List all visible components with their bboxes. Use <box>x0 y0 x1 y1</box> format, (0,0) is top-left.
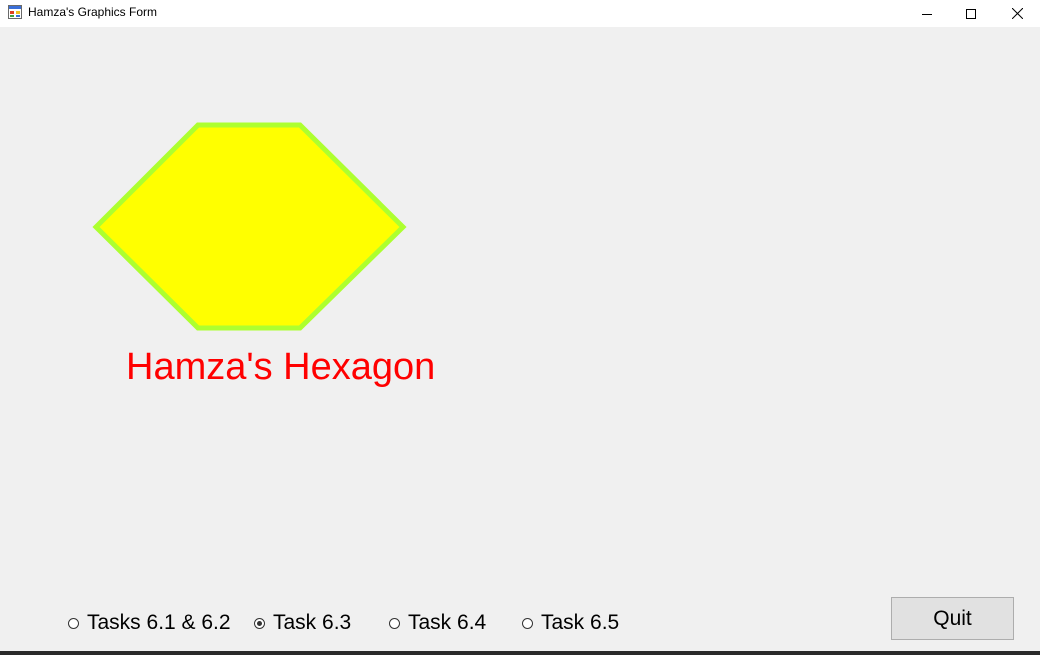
radio-circle[interactable] <box>522 617 533 629</box>
taskbar-edge <box>0 651 1040 655</box>
radio-task-6-4[interactable]: Task 6.4 <box>389 608 486 638</box>
radio-label: Task 6.3 <box>273 611 352 634</box>
maximize-icon <box>966 8 976 19</box>
hexagon-shape <box>92 122 407 331</box>
close-button[interactable] <box>994 0 1040 27</box>
radio-circle[interactable] <box>389 617 400 629</box>
hexagon-drawing <box>92 122 407 331</box>
quit-button[interactable]: Quit <box>891 597 1014 640</box>
radio-circle[interactable] <box>68 617 79 629</box>
radio-label: Task 6.4 <box>408 611 487 634</box>
close-icon <box>1011 8 1023 19</box>
radio-label: Task 6.5 <box>541 611 620 634</box>
radio-label: Tasks 6.1 & 6.2 <box>87 611 231 634</box>
maximize-button[interactable] <box>948 0 994 27</box>
title-bar[interactable]: Hamza's Graphics Form <box>0 0 1040 27</box>
radio-tasks-6-1-6-2[interactable]: Tasks 6.1 & 6.2 <box>68 608 231 638</box>
window-title: Hamza's Graphics Form <box>28 5 157 19</box>
radio-task-6-5[interactable]: Task 6.5 <box>522 608 619 638</box>
hexagon-label: Hamza's Hexagon <box>126 346 436 388</box>
minimize-icon <box>922 13 932 15</box>
minimize-button[interactable] <box>904 0 950 27</box>
app-form-icon <box>8 5 22 19</box>
radio-circle[interactable] <box>254 617 265 629</box>
radio-task-6-3[interactable]: Task 6.3 <box>254 608 351 638</box>
graphics-form-window: Hamza's Graphics Form Hamza's Hexagon Ta… <box>0 0 1040 655</box>
